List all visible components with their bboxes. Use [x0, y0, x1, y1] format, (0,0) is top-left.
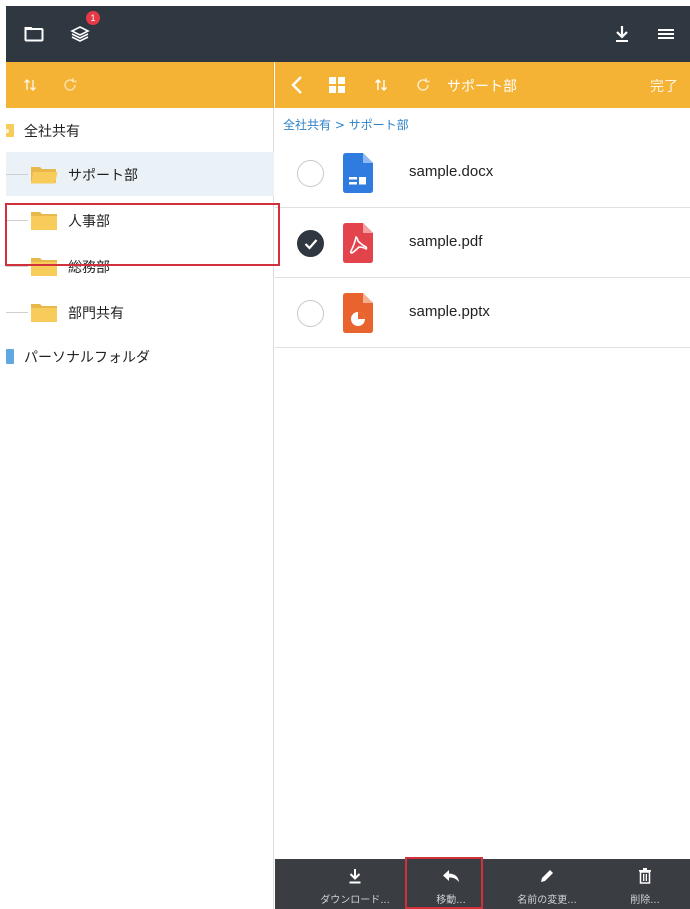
download-icon: [343, 865, 367, 887]
refresh-icon[interactable]: [411, 73, 435, 97]
download-icon[interactable]: [606, 18, 638, 50]
tree-item-support[interactable]: サポート部: [6, 152, 274, 196]
content-toolbar: サポート部 完了: [275, 62, 690, 108]
select-checkbox[interactable]: [297, 300, 324, 327]
delete-label: 削除...: [630, 895, 660, 906]
notification-badge: 1: [86, 11, 100, 25]
tree-item-hr[interactable]: 人事部: [6, 198, 274, 242]
rename-label: 名前の変更...: [517, 895, 577, 906]
back-chevron-icon[interactable]: [285, 73, 309, 97]
app-frame: 1 サポート部 完了 全社共有 サポート部 人事部 総務部 部門共有 パーソナル…: [6, 6, 690, 909]
folder-tree: 全社共有 サポート部 人事部 総務部 部門共有 パーソナルフォルダ: [6, 108, 274, 909]
file-list-pane: 全社共有 > サポート部 sample.docx sample.pdf samp…: [275, 108, 690, 843]
move-label: 移動...: [436, 895, 466, 906]
tree-item-label: 総務部: [68, 260, 110, 276]
folder-title: サポート部: [447, 79, 517, 95]
move-button[interactable]: 移動...: [411, 859, 491, 909]
file-row-pdf[interactable]: sample.pdf: [275, 208, 690, 278]
tree-item-general-affairs[interactable]: 総務部: [6, 244, 274, 288]
tree-item-label: サポート部: [68, 168, 138, 184]
pdf-file-icon: [343, 223, 373, 263]
refresh-icon[interactable]: [58, 73, 82, 97]
download-label: ダウンロード...: [320, 895, 390, 906]
tree-item-label: 人事部: [68, 214, 110, 230]
tree-item-department-shared[interactable]: 部門共有: [6, 290, 274, 334]
shared-folder-icon: [6, 124, 14, 137]
folder-icon: [31, 304, 57, 322]
trash-icon: [633, 865, 657, 887]
folder-icon[interactable]: [18, 18, 50, 50]
tree-item-personal[interactable]: パーソナルフォルダ: [6, 334, 274, 378]
top-bar: 1: [6, 6, 690, 62]
action-toolbar: ダウンロード... 移動... 名前の変更... 削除...: [275, 859, 690, 909]
file-name: sample.pdf: [409, 233, 483, 250]
pptx-file-icon: [343, 293, 373, 333]
download-button[interactable]: ダウンロード...: [315, 859, 395, 909]
tree-item-label: パーソナルフォルダ: [24, 350, 150, 366]
file-name: sample.docx: [409, 163, 494, 180]
reply-arrow-icon: [439, 865, 463, 887]
pencil-icon: [535, 865, 559, 887]
select-checkbox-checked[interactable]: [297, 230, 324, 257]
tree-item-label: 全社共有: [24, 124, 80, 140]
sort-icon[interactable]: [369, 73, 393, 97]
delete-button[interactable]: 削除...: [605, 859, 685, 909]
layers-icon[interactable]: 1: [64, 11, 100, 50]
sort-icon[interactable]: [18, 73, 42, 97]
file-row-pptx[interactable]: sample.pptx: [275, 278, 690, 348]
checkmark-icon: [304, 238, 317, 250]
done-button[interactable]: 完了: [650, 76, 678, 96]
grid-view-icon[interactable]: [325, 73, 349, 97]
docx-file-icon: [343, 153, 373, 193]
menu-icon[interactable]: [650, 18, 682, 50]
file-name: sample.pptx: [409, 303, 490, 320]
tree-item-label: 部門共有: [68, 306, 124, 322]
file-row-docx[interactable]: sample.docx: [275, 138, 690, 208]
personal-folder-icon: [6, 349, 14, 364]
folder-icon: [31, 212, 57, 230]
folder-icon: [31, 258, 57, 276]
select-checkbox[interactable]: [297, 160, 324, 187]
tree-toolbar: [6, 62, 274, 108]
breadcrumb[interactable]: 全社共有 > サポート部: [283, 116, 409, 133]
open-folder-icon: [31, 167, 58, 184]
rename-button[interactable]: 名前の変更...: [507, 859, 587, 909]
tree-item-root[interactable]: 全社共有: [6, 108, 274, 152]
